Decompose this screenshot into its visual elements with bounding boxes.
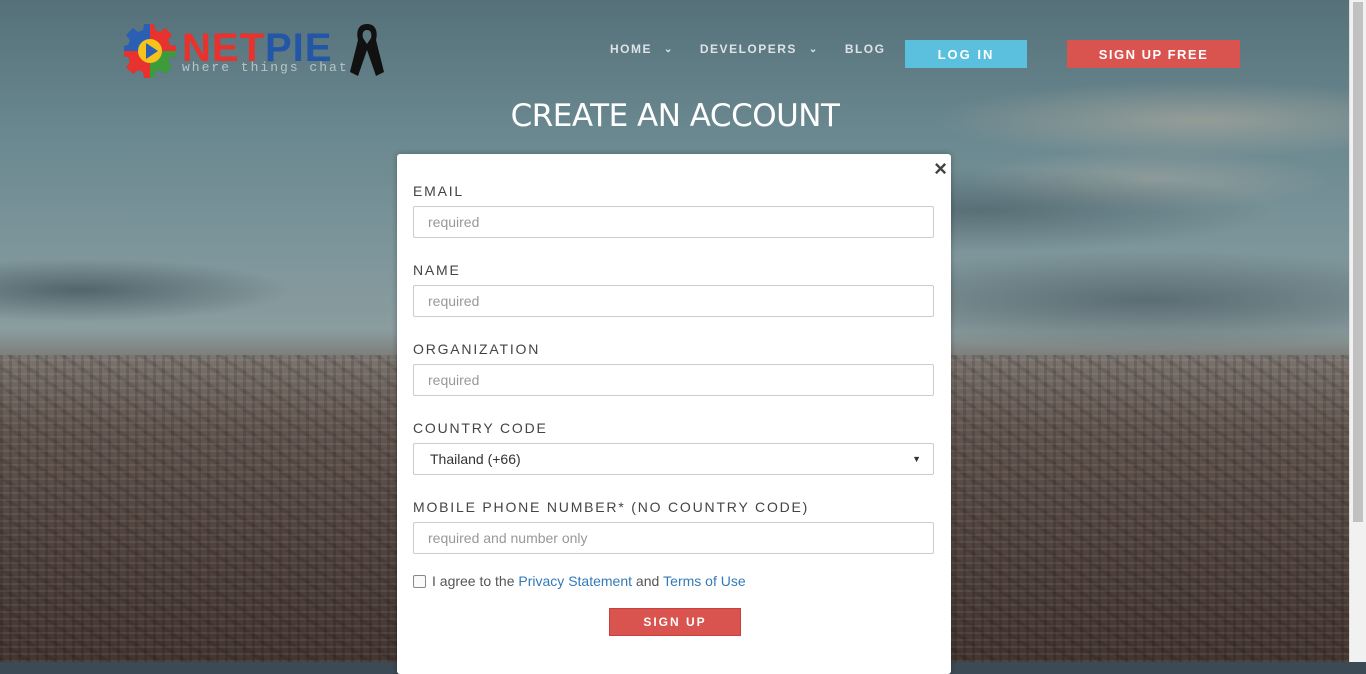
nav-home[interactable]: HOME ⌄ <box>610 42 674 56</box>
netpie-gear-logo-icon <box>124 24 176 78</box>
country-code-value: Thailand (+66) <box>430 451 521 467</box>
mourning-ribbon-icon <box>350 24 384 76</box>
signup-free-button[interactable]: SIGN UP FREE <box>1067 40 1240 68</box>
organization-label: ORGANIZATION <box>413 341 541 357</box>
logo-tagline: where things chat <box>182 60 349 75</box>
nav-developers-label: DEVELOPERS <box>699 42 797 56</box>
name-field[interactable] <box>426 292 921 310</box>
terms-of-use-link[interactable]: Terms of Use <box>663 573 745 589</box>
nav-home-label: HOME <box>610 42 652 56</box>
signup-modal: × EMAIL NAME ORGANIZATION COUNTRY CODE T… <box>397 154 951 674</box>
email-field[interactable] <box>426 213 921 231</box>
privacy-statement-link[interactable]: Privacy Statement <box>518 573 632 589</box>
netpie-logo[interactable]: NETPIE where things chat <box>124 20 389 80</box>
mobile-field-wrapper <box>413 522 934 554</box>
vertical-scrollbar[interactable] <box>1349 0 1366 662</box>
chevron-down-icon: ⌄ <box>808 43 819 55</box>
nav-blog[interactable]: BLOG <box>845 42 886 56</box>
email-label: EMAIL <box>413 183 465 199</box>
agree-checkbox[interactable] <box>413 574 426 588</box>
country-code-label: COUNTRY CODE <box>413 420 548 436</box>
agree-row: I agree to the Privacy Statement and Ter… <box>413 573 746 589</box>
scrollbar-thumb[interactable] <box>1353 2 1363 522</box>
main-nav: HOME ⌄ DEVELOPERS ⌄ BLOG <box>610 42 911 56</box>
organization-field[interactable] <box>426 371 921 389</box>
close-icon[interactable]: × <box>934 156 947 182</box>
name-field-wrapper <box>413 285 934 317</box>
signup-submit-button[interactable]: SIGN UP <box>609 608 741 636</box>
organization-field-wrapper <box>413 364 934 396</box>
agree-prefix: I agree to the <box>432 573 515 589</box>
caret-down-icon: ▼ <box>912 454 921 464</box>
page-title: CREATE AN ACCOUNT <box>510 98 840 134</box>
name-label: NAME <box>413 262 461 278</box>
chevron-down-icon: ⌄ <box>664 43 674 55</box>
country-code-select[interactable]: Thailand (+66) ▼ <box>413 443 934 475</box>
mobile-field[interactable] <box>426 529 921 547</box>
agree-and: and <box>635 573 660 589</box>
nav-blog-label: BLOG <box>844 42 886 56</box>
mobile-label: MOBILE PHONE NUMBER* (NO COUNTRY CODE) <box>413 499 810 515</box>
nav-developers[interactable]: DEVELOPERS ⌄ <box>700 42 819 56</box>
email-field-wrapper <box>413 206 934 238</box>
login-button[interactable]: LOG IN <box>905 40 1027 68</box>
